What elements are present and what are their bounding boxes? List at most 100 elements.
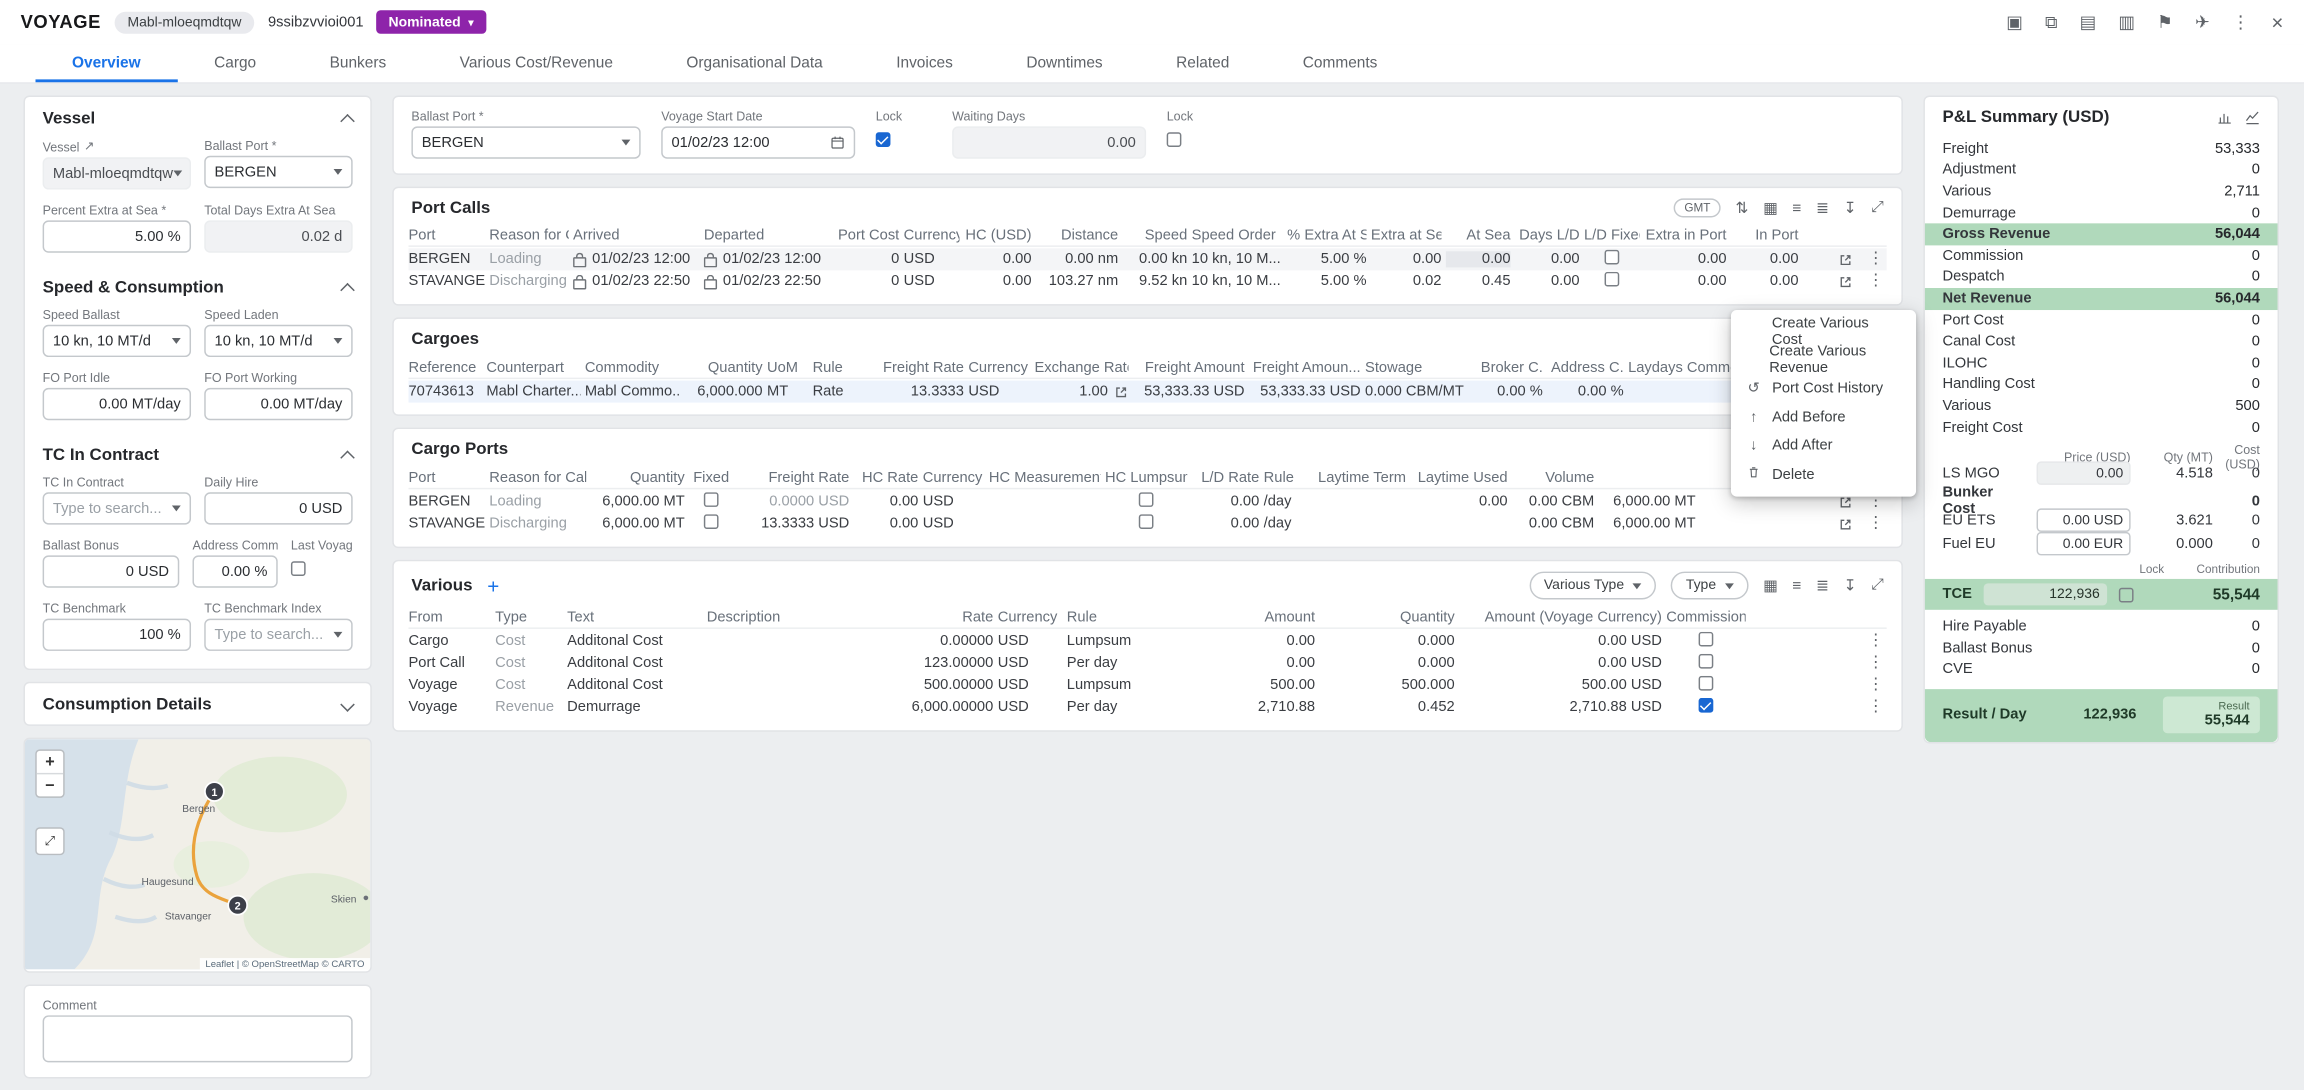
- last-voyage-checkbox[interactable]: [291, 561, 306, 576]
- open-vessel-icon[interactable]: ↗: [84, 138, 94, 154]
- cell-amount[interactable]: 500.00: [1174, 677, 1315, 693]
- tab-related[interactable]: Related: [1139, 44, 1266, 82]
- cell-amount[interactable]: 0.00: [1174, 655, 1315, 671]
- tc-section-header[interactable]: TC In Contract: [25, 433, 370, 474]
- cell-type[interactable]: Cost: [495, 677, 563, 693]
- cell-arrived[interactable]: 01/02/23 22:50: [573, 273, 699, 289]
- cell-currency[interactable]: USD: [998, 655, 1063, 671]
- cell-type[interactable]: Cost: [495, 655, 563, 671]
- cell-distance[interactable]: 0.00 nm: [1036, 251, 1118, 267]
- commission-checkbox[interactable]: [1699, 632, 1714, 647]
- cell-quantity[interactable]: 0.000: [1320, 655, 1455, 671]
- cell-at-sea[interactable]: 0.45: [1446, 273, 1511, 289]
- speed-section-header[interactable]: Speed & Consumption: [25, 266, 370, 307]
- tc-benchmark-input[interactable]: 100 %: [43, 619, 191, 651]
- zoom-out-button[interactable]: −: [37, 773, 63, 797]
- cell-uom[interactable]: MT: [767, 384, 808, 400]
- cell-reason[interactable]: Loading: [489, 494, 586, 510]
- ballast-bonus-input[interactable]: 0 USD: [43, 555, 180, 587]
- cell-rule[interactable]: /day: [1264, 516, 1314, 532]
- cargo-row[interactable]: 70743613 Mabl Charter... Mabl Commo... 6…: [408, 381, 1886, 403]
- commission-checkbox[interactable]: [1699, 654, 1714, 669]
- various-row[interactable]: Voyage Revenue Demurrage 6,000.00000 USD…: [408, 696, 1886, 718]
- tab-bunkers[interactable]: Bunkers: [293, 44, 423, 82]
- cell-reason[interactable]: Discharging: [489, 273, 568, 289]
- cell-freight-rate[interactable]: 13.3333: [879, 384, 964, 400]
- cell-rate[interactable]: 500.00000: [899, 677, 993, 693]
- cell-quantity[interactable]: 0.452: [1320, 699, 1455, 715]
- density-icon[interactable]: ≣: [1816, 199, 1829, 217]
- consumption-details-header[interactable]: Consumption Details: [25, 683, 370, 724]
- tab-overview[interactable]: Overview: [35, 44, 177, 82]
- cell-text[interactable]: Demurrage: [567, 699, 702, 715]
- cell-rule[interactable]: Lumpsum: [1067, 677, 1170, 693]
- cell-currency[interactable]: USD: [904, 273, 960, 289]
- cell-reason[interactable]: Discharging: [489, 516, 586, 532]
- tce-lock-checkbox[interactable]: [2119, 587, 2134, 602]
- close-icon[interactable]: ×: [2271, 10, 2283, 34]
- cell-currency[interactable]: USD: [998, 677, 1063, 693]
- fo-port-idle-input[interactable]: 0.00 MT/day: [43, 388, 191, 420]
- open-exchange-icon[interactable]: [1114, 384, 1129, 399]
- cell-currency[interactable]: USD: [998, 699, 1063, 715]
- various-row[interactable]: Port Call Cost Additonal Cost 123.00000 …: [408, 652, 1886, 674]
- cell-quantity[interactable]: 6,000.00 MT: [591, 516, 685, 532]
- cell-reference[interactable]: 70743613: [408, 384, 481, 400]
- address-commission-input[interactable]: 0.00 %: [192, 555, 277, 587]
- waiting-days-lock-checkbox[interactable]: [1167, 132, 1182, 147]
- cell-text[interactable]: Additonal Cost: [567, 633, 702, 649]
- more-icon[interactable]: ⋮: [2232, 12, 2250, 33]
- gmt-chip[interactable]: GMT: [1674, 198, 1721, 217]
- cell-hc-rate[interactable]: 0.00: [854, 494, 919, 510]
- row-menu-icon[interactable]: ⋮: [1868, 677, 1884, 693]
- open-record-icon[interactable]: [1838, 252, 1853, 267]
- hc-lumpsum-checkbox[interactable]: [1139, 514, 1154, 529]
- vessel-section-header[interactable]: Vessel: [25, 97, 370, 138]
- row-menu-icon[interactable]: ⋮: [1868, 516, 1884, 532]
- cell-exchange-rate[interactable]: 1.00: [1034, 384, 1128, 400]
- cell-port[interactable]: STAVANGER: [408, 273, 484, 289]
- tab-organisational-data[interactable]: Organisational Data: [650, 44, 860, 82]
- cell-distance[interactable]: 103.27 nm: [1036, 273, 1118, 289]
- eu-ets-price-input[interactable]: 0.00 USD: [2037, 509, 2131, 533]
- cell-type[interactable]: Cost: [495, 633, 563, 649]
- cell-rate[interactable]: 123.00000: [899, 655, 993, 671]
- cargo-port-row[interactable]: STAVANGER Discharging 6,000.00 MT 13.333…: [408, 513, 1886, 535]
- cell-rate[interactable]: 6,000.00000: [899, 699, 993, 715]
- ld-fixed-checkbox[interactable]: [1605, 272, 1620, 287]
- tce-value-input[interactable]: 122,936: [1984, 584, 2107, 606]
- comment-input[interactable]: [43, 1015, 353, 1062]
- cell-in-port[interactable]: 0.00: [1731, 273, 1799, 289]
- cell-type[interactable]: Revenue: [495, 699, 563, 715]
- print-icon[interactable]: ▥: [2118, 12, 2135, 33]
- cell-quantity[interactable]: 6,000.00 MT: [591, 494, 685, 510]
- send-icon[interactable]: ✈: [2195, 12, 2210, 33]
- cell-broker-commission[interactable]: 0.00 %: [1475, 384, 1543, 400]
- cell-quantity[interactable]: 500.000: [1320, 677, 1455, 693]
- percent-extra-input[interactable]: 5.00 %: [43, 220, 191, 252]
- cell-volume[interactable]: 0.00 CBM: [1512, 494, 1594, 510]
- daily-hire-input[interactable]: 0 USD: [204, 492, 352, 524]
- cell-rate[interactable]: 0.00000: [899, 633, 993, 649]
- download-icon[interactable]: ↧: [1844, 199, 1857, 217]
- cell-freight-amount[interactable]: 53,333.33 USD: [1133, 384, 1245, 400]
- cell-commodity[interactable]: Mabl Commo...: [585, 384, 679, 400]
- cell-amount[interactable]: 0.00: [1174, 633, 1315, 649]
- speed-ballast-select[interactable]: 10 kn, 10 MT/d: [43, 325, 191, 357]
- copy-icon[interactable]: ⧉: [2045, 11, 2058, 33]
- cell-currency[interactable]: USD: [923, 494, 985, 510]
- cell-volume[interactable]: 0.00 CBM: [1512, 516, 1594, 532]
- vessel-chip[interactable]: Mabl-mloeqmdtqw: [114, 11, 255, 33]
- cell-freight-rate[interactable]: 13.3333 USD: [738, 516, 850, 532]
- cell-departed[interactable]: 01/02/23 12:00: [704, 251, 830, 267]
- cell-text[interactable]: Additonal Cost: [567, 677, 702, 693]
- menu-item-add-before[interactable]: ↑ Add Before: [1731, 403, 1916, 432]
- cell-extra-in-port[interactable]: 0.00: [1644, 251, 1726, 267]
- cell-days-ld[interactable]: 0.00: [1515, 273, 1580, 289]
- menu-item-create-various-cost[interactable]: Create Various Cost: [1731, 317, 1916, 346]
- cell-rule[interactable]: /day: [1264, 494, 1314, 510]
- cell-rule[interactable]: Rate: [813, 384, 875, 400]
- cell-arrived[interactable]: 01/02/23 12:00: [573, 251, 699, 267]
- commission-checkbox[interactable]: [1699, 698, 1714, 713]
- cell-counterpart[interactable]: Mabl Charter...: [486, 384, 580, 400]
